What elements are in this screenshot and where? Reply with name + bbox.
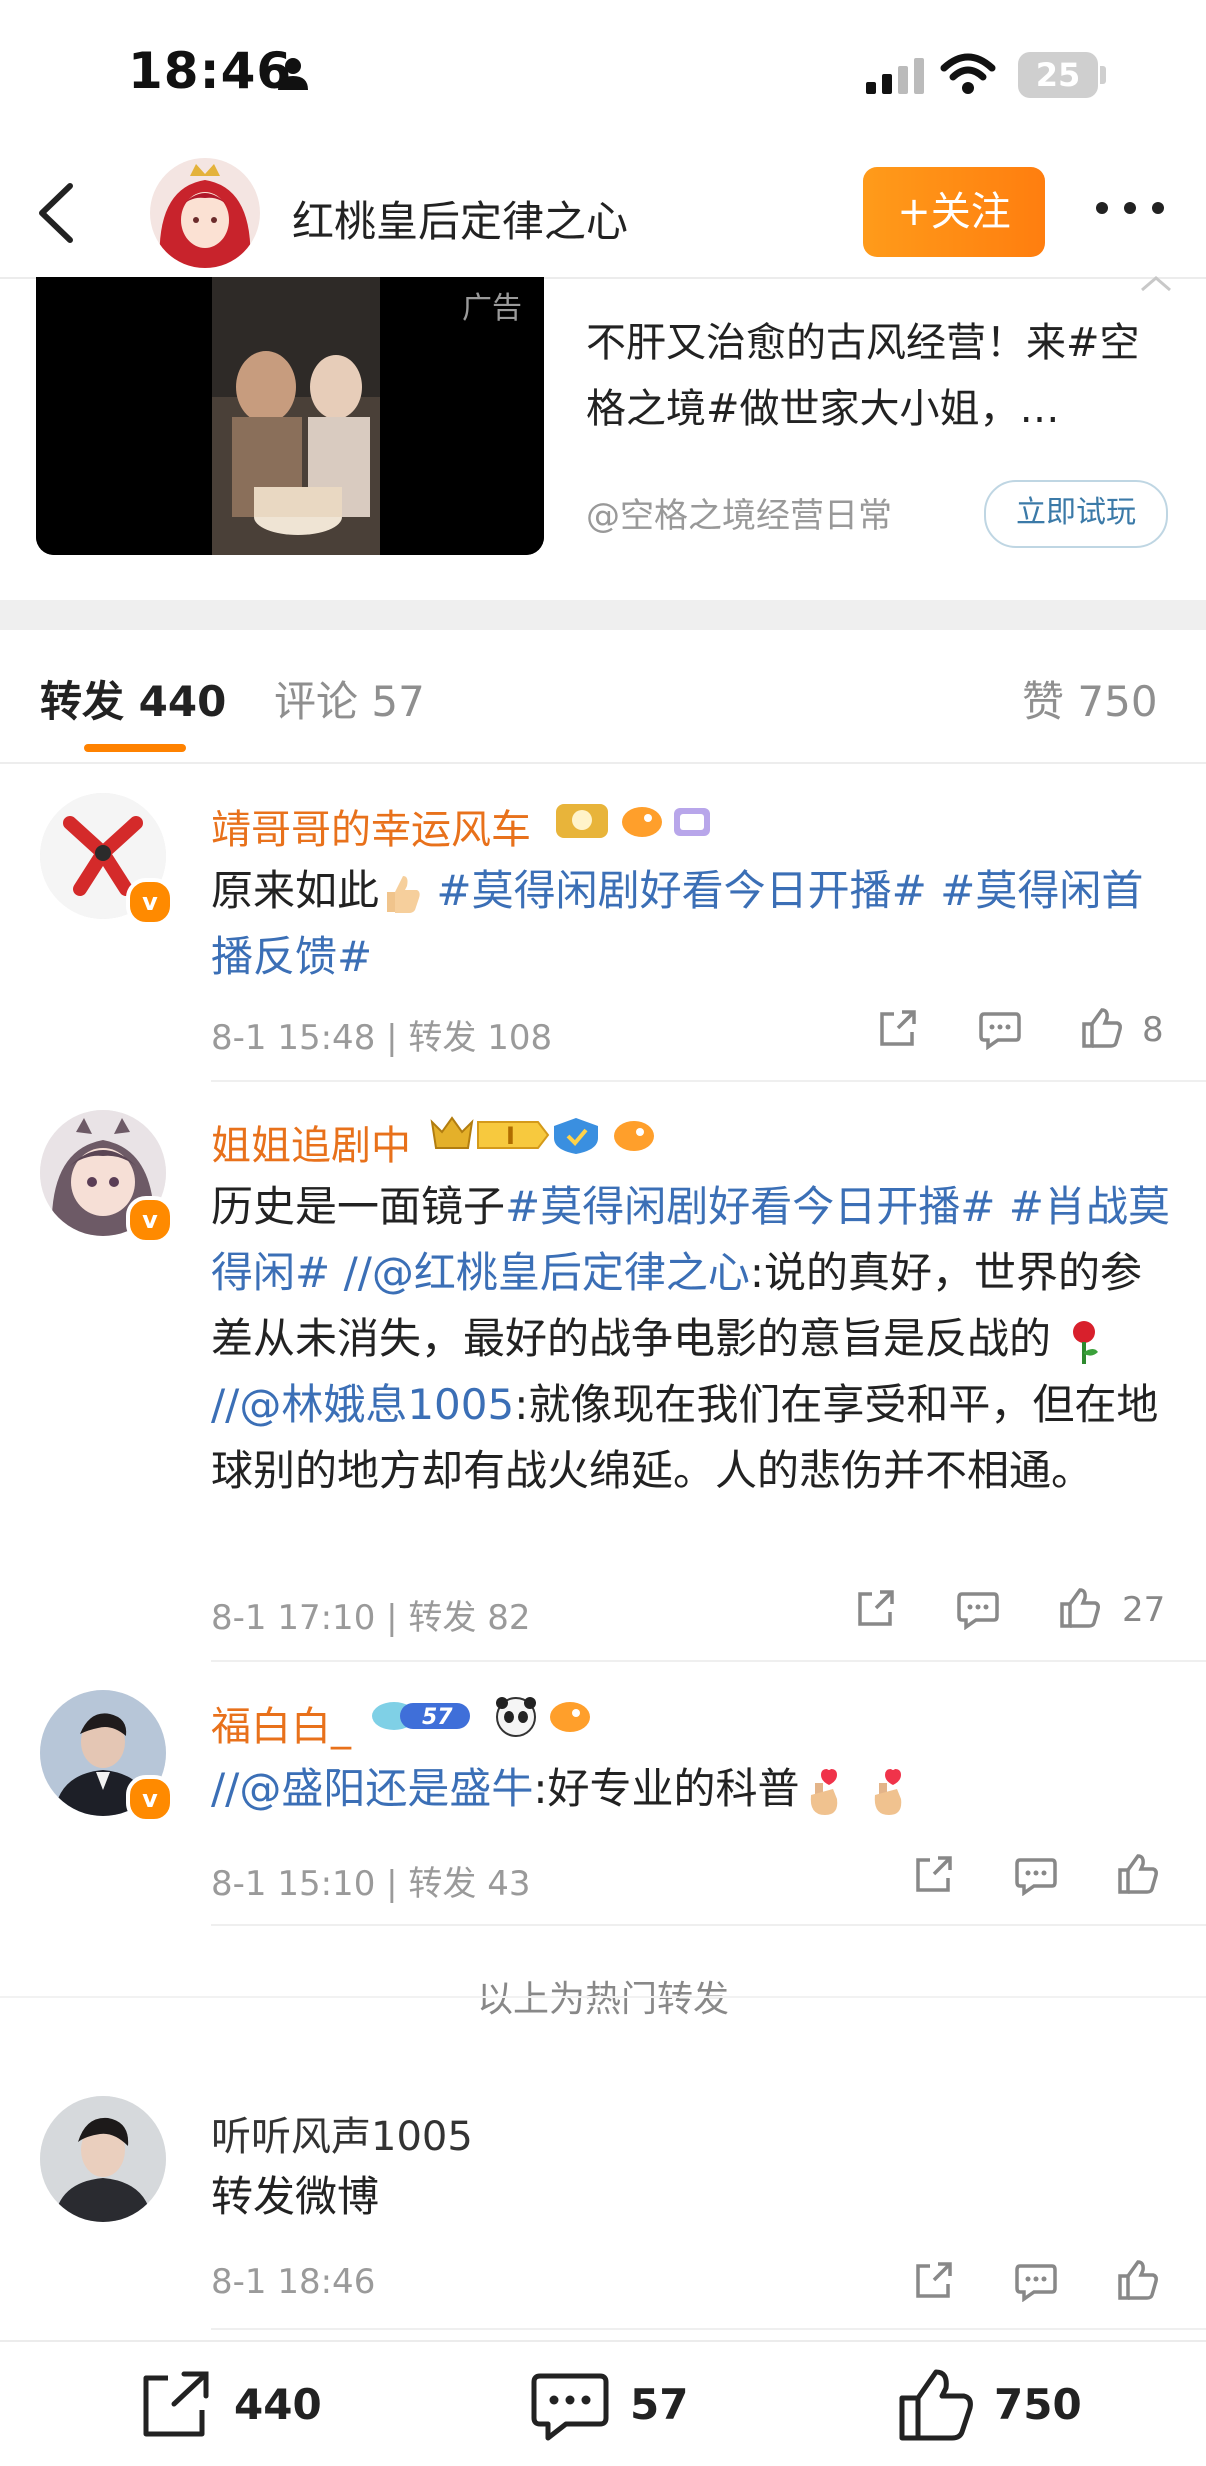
post-text: 转发微博 [211,2172,380,2221]
thumbs-up-emoji-icon [387,875,420,913]
ad-source[interactable]: @空格之境经营日常 [586,488,892,537]
like-icon[interactable] [1058,1586,1102,1630]
verified-badge: v [126,1775,174,1823]
try-now-button[interactable]: 立即试玩 [984,480,1168,548]
tab-comment[interactable]: 评论 57 [274,668,425,729]
post-text: 历史是一面镜子#莫得闲剧好看今日开播# #肖战莫得闲# //@红桃皇后定律之心:… [211,1174,1171,1504]
status-time: 18:46 [128,42,293,100]
level-number: 57 [422,1705,453,1730]
ad-collapse-icon[interactable] [1136,270,1176,296]
post-text: 原来如此 #莫得闲剧好看今日开播# #莫得闲首播反馈# [211,858,1171,990]
post-meta: 8-1 17:10 | 转发 82 [211,1598,531,1638]
user-badges: 57 [370,1693,594,1743]
signal-icon [866,58,924,94]
battery-level: 25 [1035,56,1081,94]
section-divider [0,1996,1206,1998]
battery-nub [1100,66,1106,84]
repost-icon[interactable] [876,1008,918,1050]
more-icon[interactable] [1094,200,1166,216]
like-count: 27 [1122,1590,1166,1630]
repost-icon[interactable] [912,1854,954,1896]
author-name[interactable]: 红桃皇后定律之心 [292,188,628,249]
like-count: 8 [1142,1010,1164,1050]
rose-emoji-icon [1073,1320,1099,1364]
post-avatar[interactable] [40,2096,166,2222]
like-icon [899,2369,973,2441]
comment-icon[interactable] [978,1010,1022,1050]
user-name[interactable]: 福白白_ [211,1694,351,1752]
post-text-plain: 原来如此 [211,866,380,915]
post-meta: 8-1 18:46 [211,2262,376,2302]
tab-comment-label: 评论 [274,677,359,726]
post-text-plain: :好专业的科普 [533,1764,800,1813]
user-name[interactable]: 姐姐追剧中 [211,1113,411,1171]
bottom-repost-count: 440 [234,2380,322,2429]
follow-button[interactable]: +关注 [863,167,1045,257]
tab-like[interactable]: 赞 750 [1022,668,1158,729]
tab-comment-count: 57 [371,677,425,726]
post-divider [211,1660,1206,1662]
verified-badge: v [126,878,174,926]
bottom-comment-count: 57 [630,2380,689,2429]
section-separator [0,600,1206,630]
like-icon[interactable] [1116,1852,1160,1896]
comment-icon[interactable] [1014,1856,1058,1896]
bottom-like-count: 750 [994,2380,1082,2429]
mention-link[interactable]: @盛阳还是盛牛 [239,1764,533,1813]
like-icon[interactable] [1116,2258,1160,2302]
repost-separator: // [211,1380,240,1429]
tab-repost-label: 转发 [40,677,125,726]
svg-text:I: I [506,1122,515,1150]
post-divider [211,1080,1206,1082]
comment-icon[interactable] [1014,2262,1058,2302]
ad-text[interactable]: 不肝又治愈的古风经营！来#空格之境#做世家大小姐，… [586,310,1166,442]
bottom-action-bar: 440 57 750 [0,2340,1206,2466]
verified-badge: v [126,1196,174,1244]
user-name[interactable]: 听听风声1005 [211,2104,473,2162]
bottom-repost-button[interactable]: 440 [138,2366,358,2442]
user-badges [556,798,716,846]
hashtag-link[interactable]: #莫得闲剧好看今日开播# [436,866,926,915]
finger-heart-emoji-icon [811,1768,838,1815]
back-icon[interactable] [30,180,78,246]
repost-icon[interactable] [854,1588,896,1630]
tabs-divider [0,762,1206,764]
active-tab-indicator [84,744,186,752]
repost-icon[interactable] [912,2260,954,2302]
post-divider [211,2328,1206,2330]
finger-heart-emoji-icon [874,1768,902,1815]
repost-separator: // [343,1248,372,1297]
mention-link[interactable]: @红桃皇后定律之心 [372,1248,750,1297]
comment-icon[interactable] [956,1590,1000,1630]
bottom-like-button[interactable]: 750 [896,2364,1136,2444]
user-name[interactable]: 靖哥哥的幸运风车 [211,797,531,855]
tab-repost-count: 440 [138,677,227,726]
post-text: //@盛阳还是盛牛:好专业的科普 [211,1756,1171,1822]
tab-repost[interactable]: 转发 440 [40,668,226,729]
battery-indicator: 25 [1018,52,1098,98]
tab-like-count: 750 [1077,677,1158,726]
post-meta: 8-1 15:48 | 转发 108 [211,1018,553,1058]
mention-link[interactable]: @林娥息1005 [239,1380,514,1429]
user-badges: I [428,1112,658,1162]
repost-separator: // [211,1764,240,1813]
bottom-comment-button[interactable]: 57 [530,2366,730,2442]
ad-badge: 广告 [462,291,522,326]
author-avatar[interactable] [150,158,260,268]
tab-like-label: 赞 [1022,677,1065,726]
like-icon[interactable] [1080,1006,1124,1050]
repost-icon [143,2371,209,2437]
comment-icon [531,2373,609,2441]
person-icon [278,58,308,90]
post-text-plain: 历史是一面镜子 [211,1182,506,1231]
wifi-icon [940,53,996,94]
post-divider [211,1924,1206,1926]
hashtag-link[interactable]: #莫得闲剧好看今日开播# [505,1182,995,1231]
post-meta: 8-1 15:10 | 转发 43 [211,1864,531,1904]
